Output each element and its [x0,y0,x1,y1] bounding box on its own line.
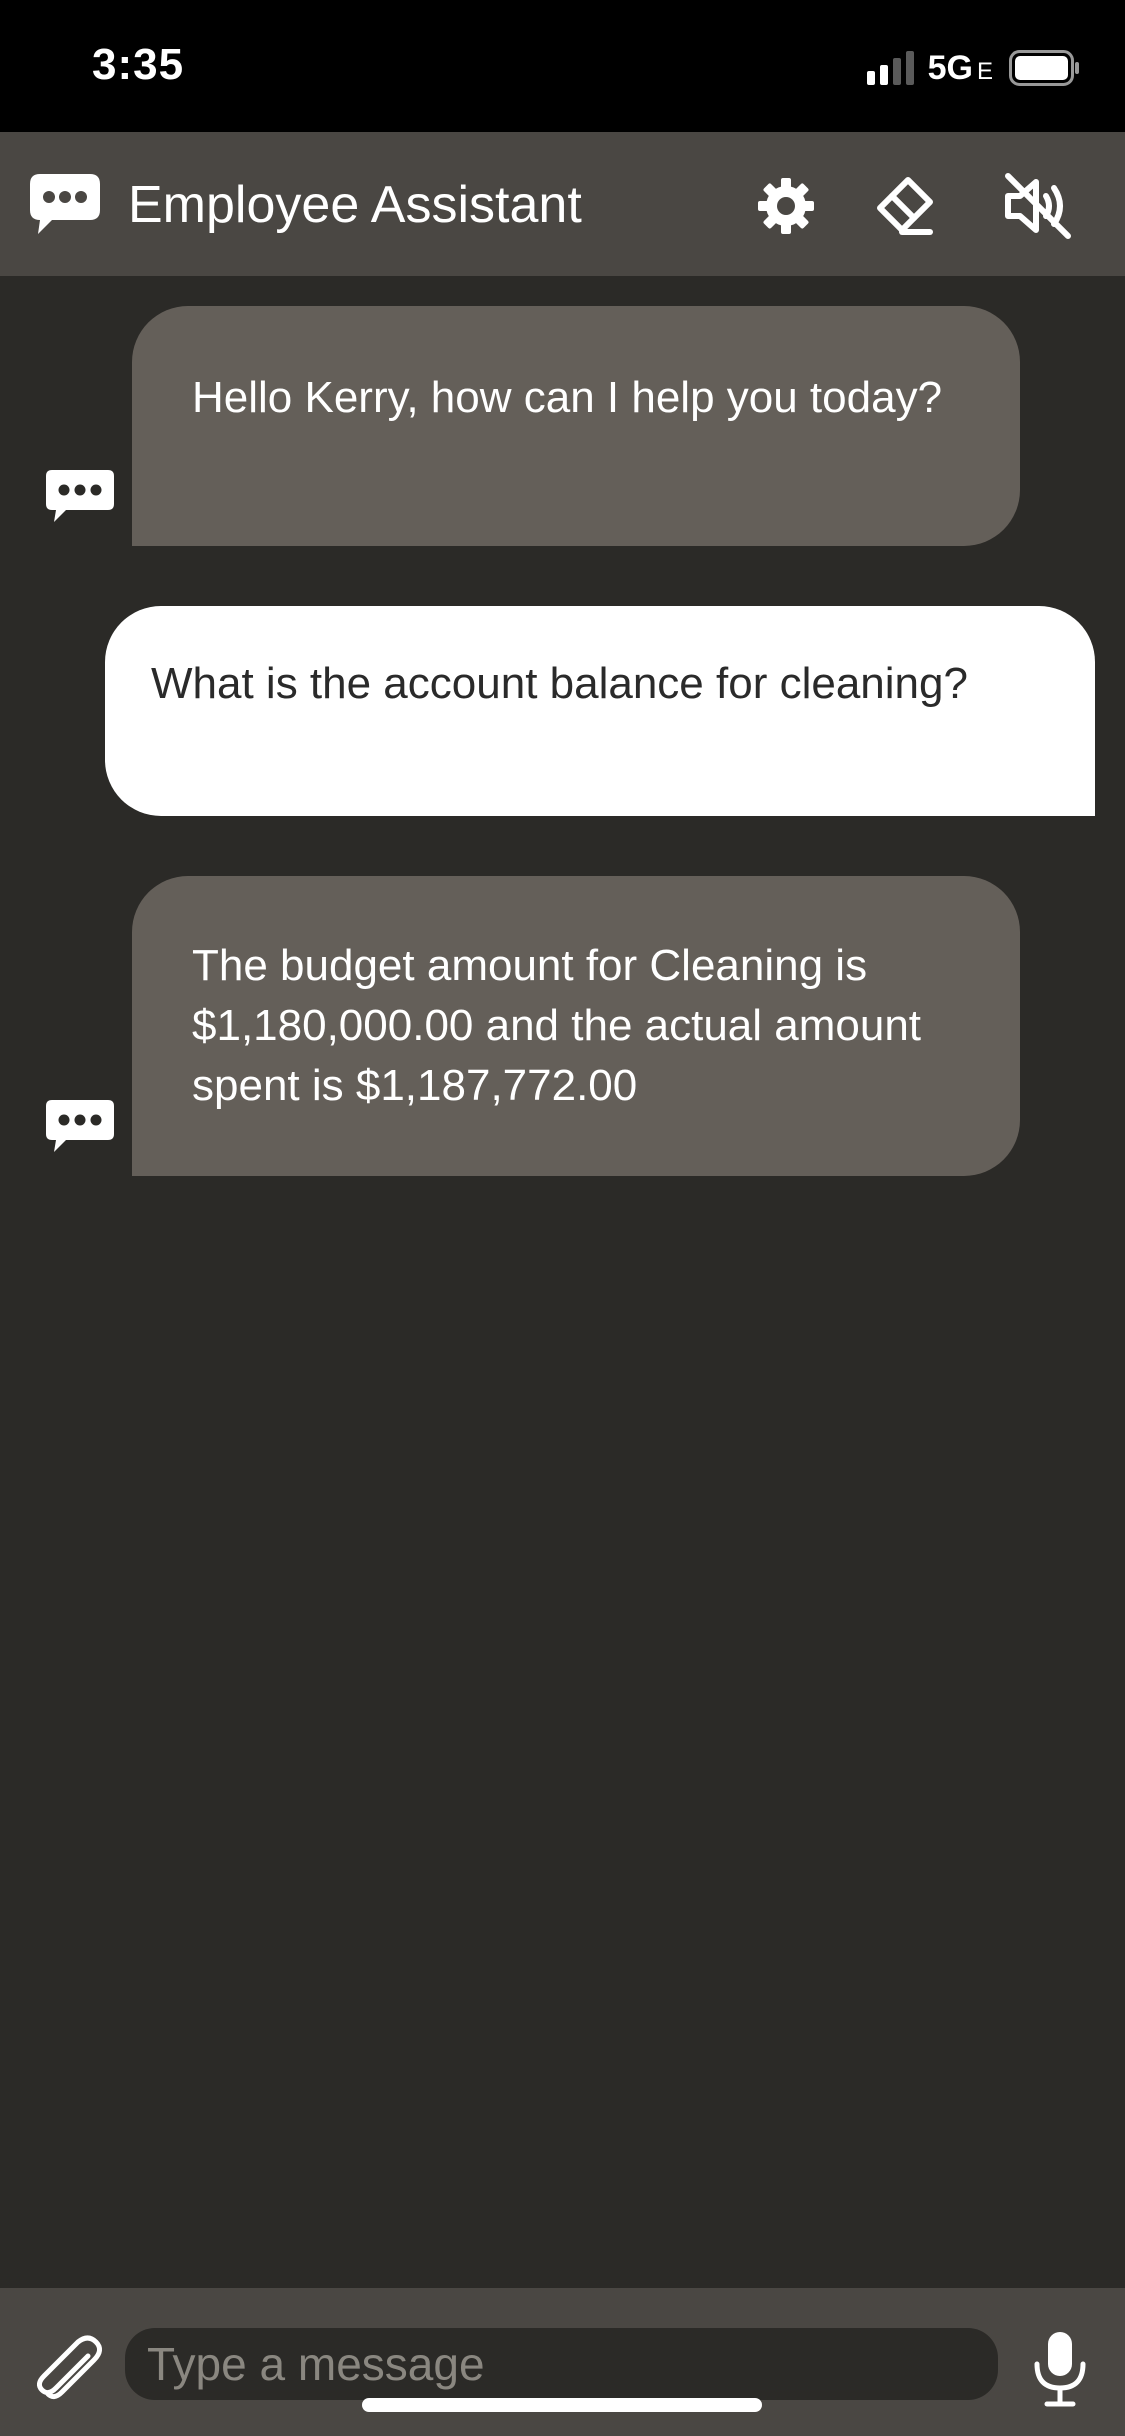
message-composer [0,2288,1125,2436]
bot-avatar-icon [42,1096,118,1156]
bot-avatar-icon [42,466,118,526]
gear-icon [758,178,814,234]
network-label: 5G [927,48,973,87]
status-time: 3:35 [92,40,185,89]
bot-message: The budget amount for Cleaning is $1,180… [132,876,1020,1176]
user-message: What is the account balance for cleaning… [105,606,1095,816]
user-message-text: What is the account balance for cleaning… [151,659,968,708]
cellular-signal-icon [866,51,914,85]
home-indicator[interactable] [362,2398,762,2412]
microphone-button[interactable] [1025,2328,1095,2408]
message-input[interactable] [125,2328,998,2400]
eraser-icon [877,177,933,235]
app-header: Employee Assistant [0,132,1125,276]
clear-chat-button[interactable] [864,166,944,246]
status-bar: 3:35 5G E [0,0,1125,132]
page-title: Employee Assistant [128,176,582,234]
network-suffix: E [976,57,993,85]
network-type: 5G E [928,49,993,88]
paperclip-icon [36,2335,102,2400]
speaker-muted-icon [1005,173,1071,239]
battery-icon [1009,50,1081,86]
bot-message-text: The budget amount for Cleaning is $1,180… [192,941,922,1110]
bot-message: Hello Kerry, how can I help you today? [132,306,1020,546]
attach-button[interactable] [28,2324,108,2404]
chat-bubble-icon [26,170,104,240]
settings-button[interactable] [746,166,826,246]
mute-button[interactable] [998,166,1078,246]
chat-screen: 3:35 5G E Employee Assistant Hello Kerry… [0,0,1125,2436]
status-indicators: 5G E [866,48,1081,88]
microphone-icon [1034,2332,1086,2407]
bot-message-text: Hello Kerry, how can I help you today? [192,373,943,422]
